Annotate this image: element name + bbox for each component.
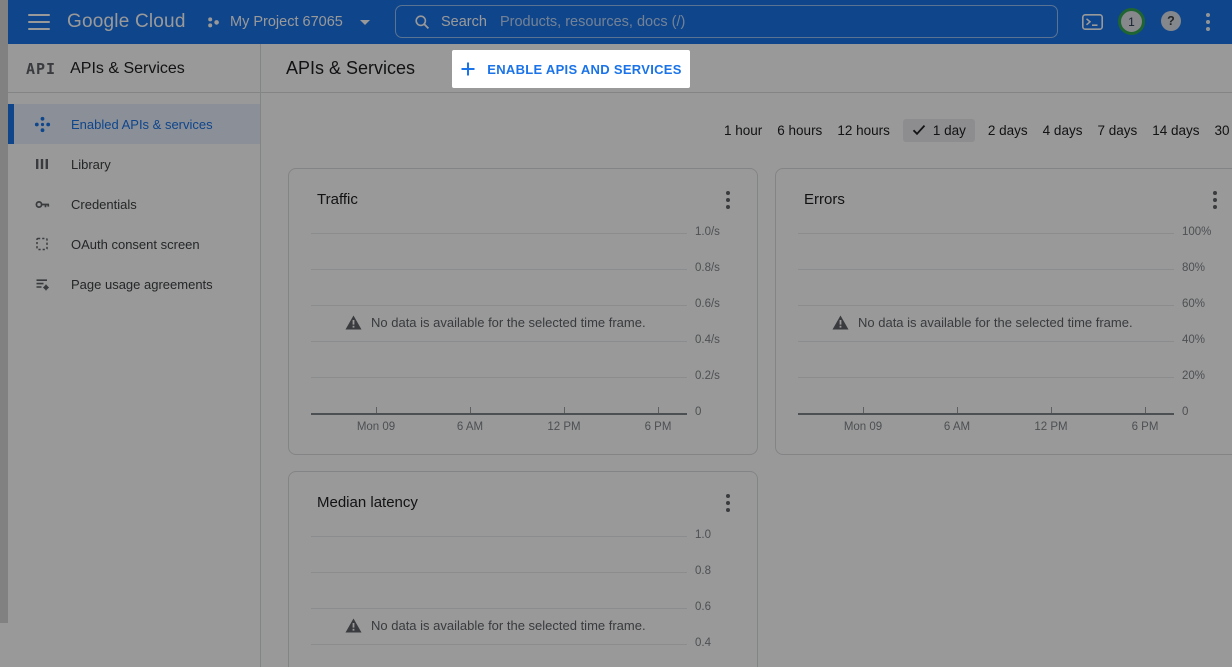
- gcp-console-page: Google Cloud My Project 67065 Search Pr: [0, 0, 1232, 667]
- spotlight-highlight: ENABLE APIS AND SERVICES: [452, 50, 690, 88]
- dim-overlay: [0, 0, 1232, 667]
- enable-apis-button[interactable]: ENABLE APIS AND SERVICES: [454, 60, 688, 78]
- plus-icon: [460, 61, 476, 77]
- enable-apis-button-label: ENABLE APIS AND SERVICES: [487, 62, 682, 77]
